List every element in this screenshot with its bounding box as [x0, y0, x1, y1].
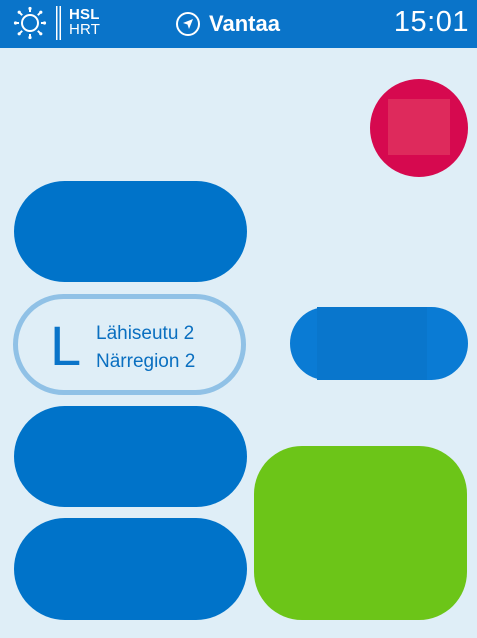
zone-name-swedish: Närregion 2 — [96, 351, 196, 372]
location-name: Vantaa — [209, 11, 280, 36]
logo-divider — [56, 6, 61, 40]
option-button-small-inner — [317, 307, 427, 380]
option-button-1[interactable] — [14, 181, 247, 282]
zone-name-finnish: Lähiseutu 2 — [96, 323, 195, 344]
current-location: Vantaa — [176, 10, 280, 38]
confirm-button[interactable] — [254, 446, 467, 620]
option-button-3[interactable] — [14, 406, 247, 507]
hsl-sun-logo-icon — [13, 6, 47, 40]
top-bar: HSL HRT Vantaa 15:01 — [0, 0, 477, 48]
option-button-small[interactable] — [290, 307, 468, 380]
stop-button[interactable] — [370, 79, 468, 177]
option-button-4[interactable] — [14, 518, 247, 620]
stop-square-icon — [388, 99, 450, 155]
zone-letter: L — [50, 314, 82, 377]
brand-logo-text: HSL HRT — [69, 7, 100, 37]
brand-secondary: HRT — [69, 21, 101, 38]
app-screen: HSL HRT Vantaa 15:01 L Lähiseutu 2 Närre… — [0, 0, 477, 638]
clock-time: 15:01 — [393, 6, 469, 38]
zone-selector-button[interactable]: L Lähiseutu 2 Närregion 2 — [13, 294, 246, 395]
location-arrow-icon — [176, 12, 200, 36]
zone-label: Lähiseutu 2 Närregion 2 — [96, 320, 195, 376]
